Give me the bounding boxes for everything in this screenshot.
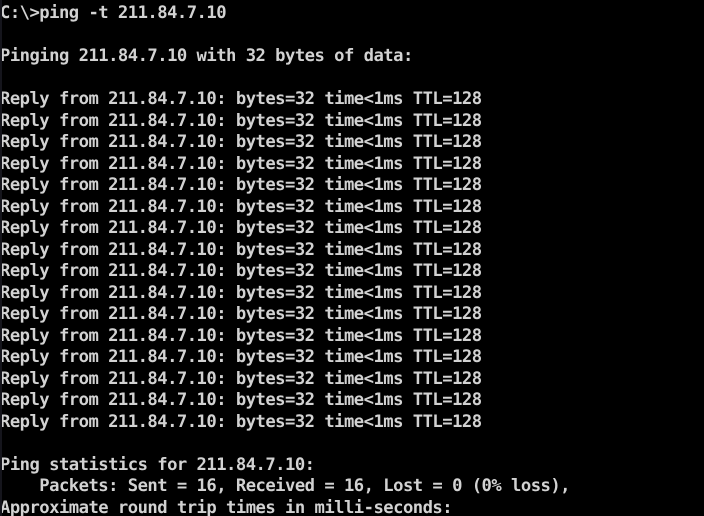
ping-reply-line: Reply from 211.84.7.10: bytes=32 time<1m… bbox=[0, 261, 482, 281]
ping-statistics-header: Ping statistics for 211.84.7.10: bbox=[0, 454, 315, 475]
ping-reply-line: Reply from 211.84.7.10: bytes=32 time<1m… bbox=[0, 218, 482, 238]
ping-reply-line: Reply from 211.84.7.10: bytes=32 time<1m… bbox=[0, 390, 482, 410]
ping-header-line: Pinging 211.84.7.10 with 32 bytes of dat… bbox=[0, 46, 413, 66]
ping-reply-line: Reply from 211.84.7.10: bytes=32 time<1m… bbox=[0, 411, 482, 432]
ping-packets-summary: Packets: Sent = 16, Received = 16, Lost … bbox=[0, 476, 571, 496]
ping-reply-line: Reply from 211.84.7.10: bytes=32 time<1m… bbox=[0, 110, 482, 131]
ping-reply-line: Reply from 211.84.7.10: bytes=32 time<1m… bbox=[0, 175, 482, 195]
ping-reply-line: Reply from 211.84.7.10: bytes=32 time<1m… bbox=[0, 368, 482, 389]
ping-reply-line: Reply from 211.84.7.10: bytes=32 time<1m… bbox=[0, 325, 482, 346]
ping-reply-line: Reply from 211.84.7.10: bytes=32 time<1m… bbox=[0, 304, 482, 324]
console-prompt-line: C:\>ping -t 211.84.7.10 bbox=[0, 3, 227, 23]
ping-reply-line: Reply from 211.84.7.10: bytes=32 time<1m… bbox=[0, 132, 482, 152]
console-output-area[interactable]: C:\>ping -t 211.84.7.10 Pinging 211.84.7.… bbox=[0, 0, 704, 516]
round-trip-header: Approximate round trip times in milli-se… bbox=[0, 497, 453, 516]
ping-reply-line: Reply from 211.84.7.10: bytes=32 time<1m… bbox=[0, 153, 482, 174]
ping-reply-line: Reply from 211.84.7.10: bytes=32 time<1m… bbox=[0, 282, 482, 303]
ping-reply-line: Reply from 211.84.7.10: bytes=32 time<1m… bbox=[0, 196, 482, 217]
ping-reply-line: Reply from 211.84.7.10: bytes=32 time<1m… bbox=[0, 239, 482, 260]
command-prompt-window[interactable]: C:\>ping -t 211.84.7.10 Pinging 211.84.7.… bbox=[0, 0, 704, 516]
ping-reply-line: Reply from 211.84.7.10: bytes=32 time<1m… bbox=[0, 347, 482, 367]
ping-reply-line: Reply from 211.84.7.10: bytes=32 time<1m… bbox=[0, 89, 482, 109]
